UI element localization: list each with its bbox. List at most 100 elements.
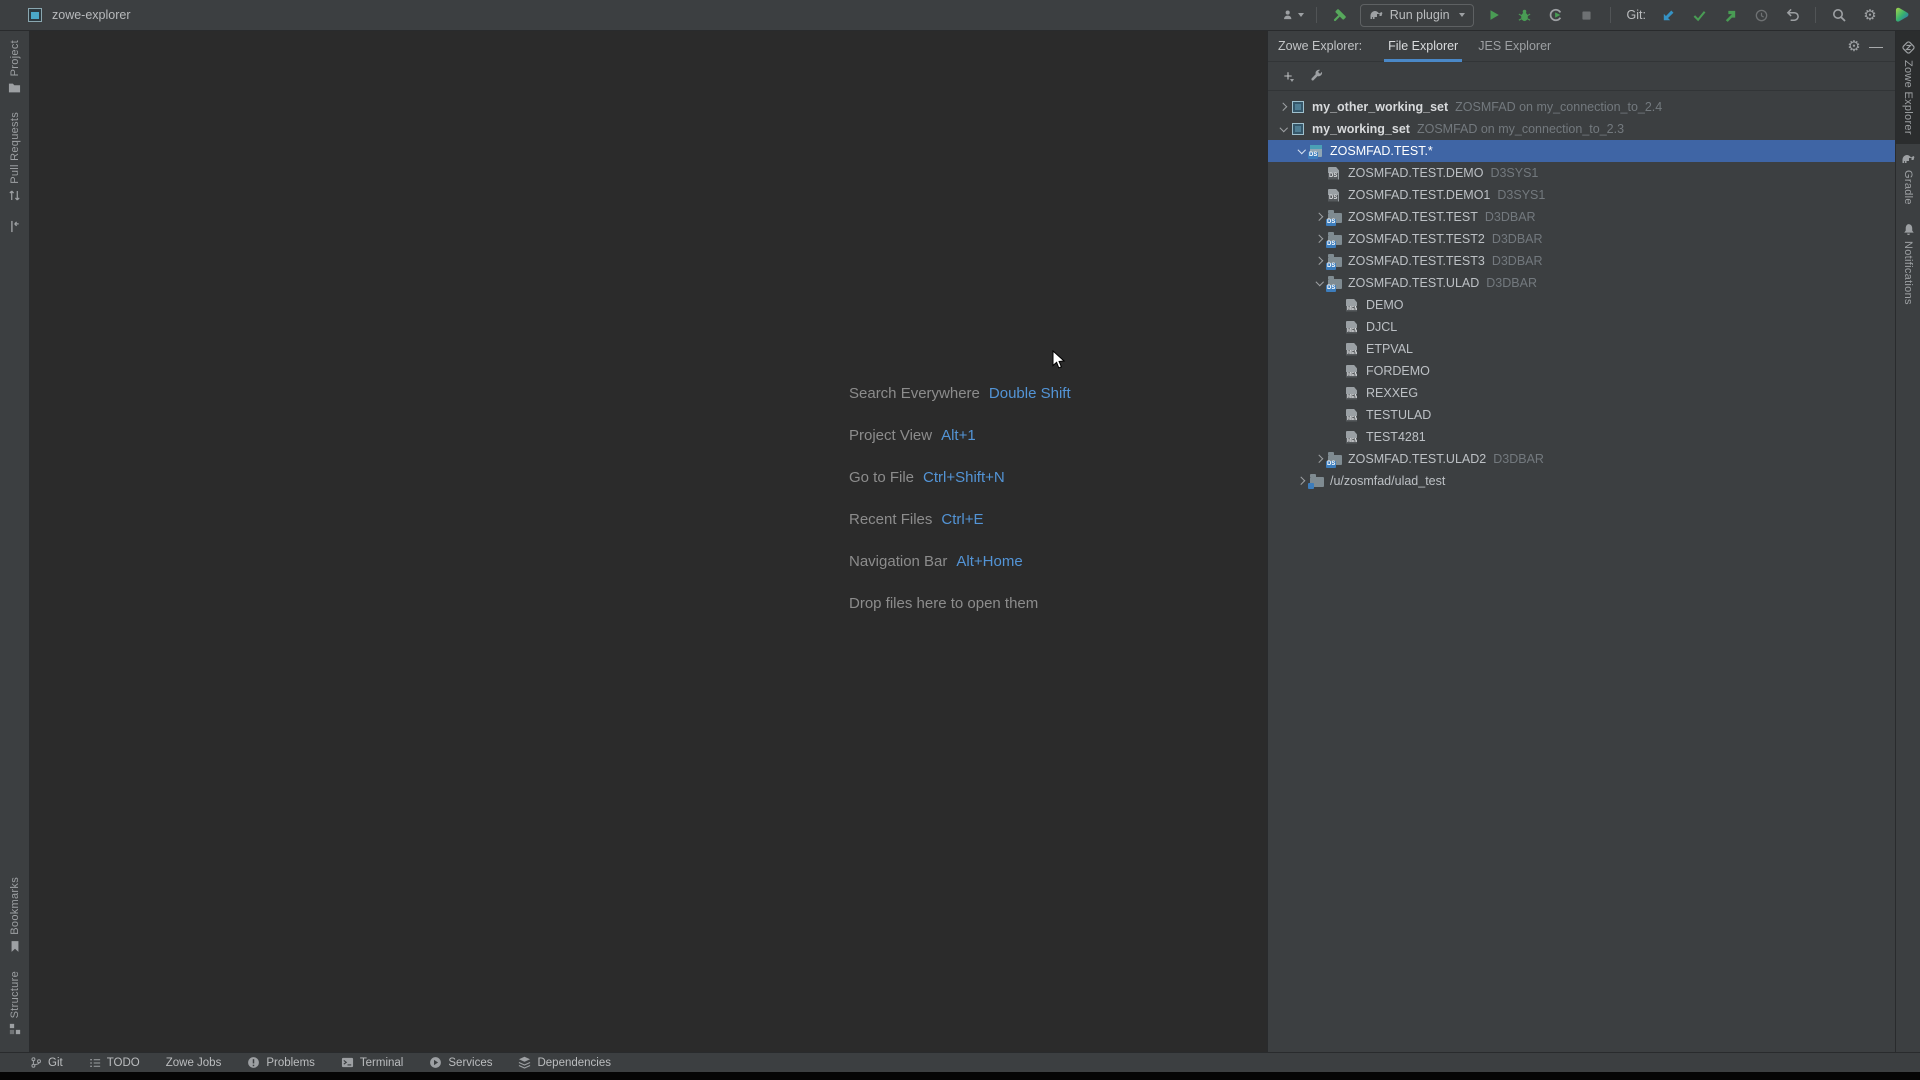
stripe-item-bookmarks[interactable]: Bookmarks [0,868,29,962]
tree-row[interactable]: my_working_setZOSMFAD on my_connection_t… [1268,118,1895,140]
search-everywhere-button[interactable] [1828,4,1850,26]
edit-settings-button[interactable] [1306,65,1328,87]
bookmarks-icon [9,940,21,953]
project-folder-icon [8,81,21,94]
empty-editor-shortcuts: Search EverywhereDouble ShiftProject Vie… [849,372,1071,624]
run-with-coverage-button[interactable] [1545,4,1567,26]
shortcut-action-label: Project View [849,427,932,444]
tree-row[interactable]: DEMO [1268,294,1895,316]
git-commit-button[interactable] [1688,4,1710,26]
panel-minimize-button[interactable]: — [1865,35,1887,57]
git-update-button[interactable] [1657,4,1679,26]
main-toolbar: Run plugin Git: [1282,4,1912,27]
build-project-button[interactable] [1329,4,1351,26]
run-button[interactable] [1483,4,1505,26]
stripe-item-project[interactable]: Project [0,31,29,103]
tree-item-qualifier: D3DBAR [1485,210,1536,224]
stripe-item-gradle[interactable]: Gradle [1896,144,1920,214]
terminal-icon [341,1056,354,1069]
tree-row[interactable]: ZOSMFAD.TEST.ULAD2D3DBAR [1268,448,1895,470]
tree-item-name: ZOSMFAD.TEST.TEST2 [1348,232,1485,246]
shortcut-keys: Alt+1 [941,427,976,444]
panel-settings-button[interactable]: ⚙ [1843,35,1865,57]
git-branch-icon [30,1056,42,1069]
chevron-placeholder-icon [1330,341,1346,357]
stripe-item-zowe-explorer[interactable]: Zowe Explorer [1896,31,1920,144]
tree-row[interactable]: ETPVAL [1268,338,1895,360]
gear-icon: ⚙ [1863,8,1876,23]
tree-item-name: ETPVAL [1366,342,1413,356]
tree-row[interactable]: ZOSMFAD.TEST.DEMOD3SYS1 [1268,162,1895,184]
tree-row[interactable]: ZOSMFAD.TEST.TESTD3DBAR [1268,206,1895,228]
shortcut-keys: Ctrl+E [941,511,983,528]
sequential-dataset-icon [1328,165,1348,181]
chevron-collapsed-icon[interactable] [1276,99,1292,115]
push-arrow-icon [1723,8,1738,23]
user-profile-button[interactable] [1282,4,1304,26]
tree-row[interactable]: my_other_working_setZOSMFAD on my_connec… [1268,96,1895,118]
tree-item-name: DEMO [1366,298,1404,312]
tree-row[interactable]: TEST4281 [1268,426,1895,448]
bottombar-item-problems[interactable]: Problems [247,1056,315,1069]
bottombar-item-zowe-jobs[interactable]: Zowe Jobs [166,1057,222,1069]
tree-row[interactable]: ZOSMFAD.TEST.ULADD3DBAR [1268,272,1895,294]
stop-button[interactable] [1576,4,1598,26]
tree-row[interactable]: TESTULAD [1268,404,1895,426]
git-push-button[interactable] [1719,4,1741,26]
tree-item-name: REXXEG [1366,386,1418,400]
tree-row[interactable]: ZOSMFAD.TEST.DEMO1D3SYS1 [1268,184,1895,206]
partitioned-dataset-icon [1328,253,1348,269]
stripe-item-pull-requests[interactable]: Pull Requests [0,103,29,211]
chevron-down-icon [1298,13,1304,17]
tree-row[interactable]: /u/zosmfad/ulad_test [1268,470,1895,492]
tab-jes-explorer[interactable]: JES Explorer [1468,31,1561,62]
zowe-explorer-panel: Zowe Explorer: File ExplorerJES Explorer… [1267,31,1895,1052]
stripe-item-commit[interactable] [0,211,29,242]
bottombar-item-label: Problems [266,1057,315,1069]
bottombar-item-label: Git [48,1057,63,1069]
tree-item-name: ZOSMFAD.TEST.ULAD2 [1348,452,1486,466]
bottombar-item-git[interactable]: Git [30,1056,63,1069]
debug-button[interactable] [1514,4,1536,26]
chevron-placeholder-icon [1330,297,1346,313]
bottombar-item-services[interactable]: Services [429,1056,492,1069]
add-working-set-button[interactable]: + [1276,65,1302,87]
tree-item-name: ZOSMFAD.TEST.DEMO [1348,166,1483,180]
rollback-button[interactable] [1781,4,1803,26]
stripe-item-notifications[interactable]: Notifications [1896,214,1920,314]
tree-row[interactable]: FORDEMO [1268,360,1895,382]
services-icon [429,1056,442,1069]
tree-row[interactable]: ZOSMFAD.TEST.TEST3D3DBAR [1268,250,1895,272]
settings-button[interactable]: ⚙ [1859,4,1881,26]
member-icon [1346,297,1366,313]
chevron-placeholder-icon [1330,407,1346,423]
panel-toolbar: + [1268,62,1895,91]
tree-row[interactable]: ZOSMFAD.TEST.TEST2D3DBAR [1268,228,1895,250]
tree-row[interactable]: REXXEG [1268,382,1895,404]
shortcut-keys: Alt+Home [956,553,1022,570]
partitioned-dataset-icon [1328,451,1348,467]
run-configuration-select[interactable]: Run plugin [1360,4,1474,27]
tree-item-name: ZOSMFAD.TEST.DEMO1 [1348,188,1490,202]
chevron-placeholder-icon [1330,319,1346,335]
stripe-item-label: Gradle [1902,170,1914,205]
chevron-expanded-icon[interactable] [1276,121,1292,137]
history-button[interactable] [1750,4,1772,26]
bottombar-item-dependencies[interactable]: Dependencies [518,1056,611,1069]
tab-file-explorer[interactable]: File Explorer [1378,31,1468,62]
tree-item-name: /u/zosmfad/ulad_test [1330,474,1445,488]
stripe-item-structure[interactable]: Structure [0,962,29,1044]
bottombar-item-terminal[interactable]: Terminal [341,1056,403,1069]
tree-item-name: my_working_set [1312,122,1410,136]
tree-row[interactable]: ZOSMFAD.TEST.* [1268,140,1895,162]
bottombar-item-todo[interactable]: TODO [89,1057,140,1069]
app-window-icon [28,8,42,22]
dependencies-icon [518,1056,531,1069]
shortcut-action-label: Recent Files [849,511,932,528]
uss-directory-icon [1310,473,1330,489]
working-set-icon [1292,99,1312,115]
chevron-placeholder-icon [1330,385,1346,401]
title-bar-left: zowe-explorer [28,8,131,22]
ide-profile-button[interactable] [1890,4,1912,26]
tree-row[interactable]: DJCL [1268,316,1895,338]
